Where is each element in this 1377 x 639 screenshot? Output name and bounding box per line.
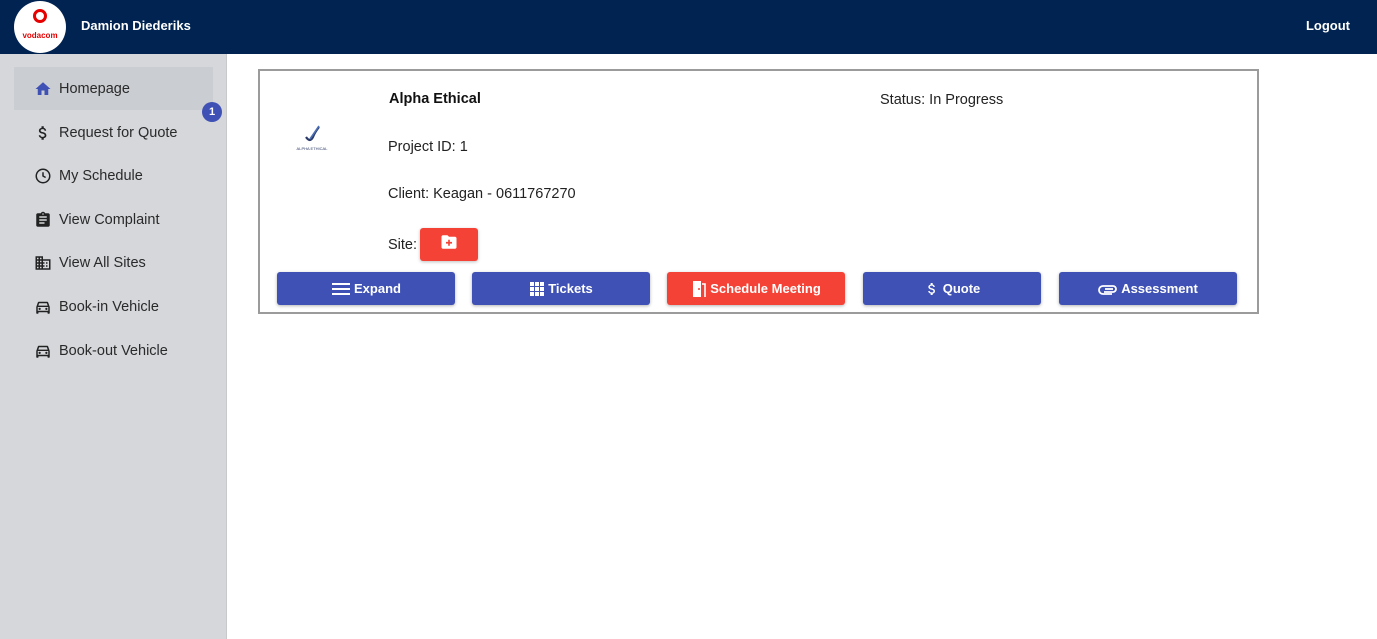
sidebar-item-label: View All Sites bbox=[59, 254, 146, 271]
project-status: Status: In Progress bbox=[880, 92, 1004, 108]
sidebar-item-my-schedule[interactable]: My Schedule bbox=[14, 154, 213, 197]
svg-text:ALPHA ETHICAL: ALPHA ETHICAL bbox=[297, 146, 329, 151]
sidebar: Homepage Request for Quote My Schedule V… bbox=[0, 54, 227, 639]
sidebar-item-book-out-vehicle[interactable]: Book-out Vehicle bbox=[14, 329, 213, 372]
user-name: Damion Diederiks bbox=[81, 18, 191, 33]
add-site-button[interactable] bbox=[420, 228, 478, 261]
clock-icon bbox=[34, 167, 52, 185]
sidebar-item-view-complaint[interactable]: View Complaint bbox=[14, 198, 213, 241]
sidebar-item-label: My Schedule bbox=[59, 167, 143, 184]
top-navbar: vodacom Damion Diederiks Logout bbox=[0, 0, 1377, 54]
logo-text: vodacom bbox=[22, 31, 58, 40]
expand-label: Expand bbox=[354, 281, 401, 296]
building-icon bbox=[34, 254, 52, 272]
vodacom-speechmark-icon bbox=[33, 9, 47, 23]
alpha-ethical-logo: ALPHA ETHICAL bbox=[292, 123, 332, 153]
tickets-button[interactable]: Tickets bbox=[472, 272, 650, 305]
sidebar-item-homepage[interactable]: Homepage bbox=[14, 67, 213, 110]
schedule-meeting-label: Schedule Meeting bbox=[710, 281, 821, 296]
sidebar-item-label: Book-in Vehicle bbox=[59, 298, 159, 315]
folder-plus-icon bbox=[440, 234, 458, 255]
site-label: Site: bbox=[388, 237, 418, 253]
dollar-icon bbox=[34, 124, 52, 142]
sidebar-item-view-all-sites[interactable]: View All Sites bbox=[14, 241, 213, 284]
sidebar-item-label: Homepage bbox=[59, 80, 130, 97]
clipboard-icon bbox=[34, 211, 52, 229]
quote-label: Quote bbox=[942, 281, 981, 296]
door-icon bbox=[691, 280, 707, 298]
menu-icon bbox=[331, 282, 351, 296]
sidebar-item-label: Book-out Vehicle bbox=[59, 342, 168, 359]
car-icon bbox=[34, 342, 52, 360]
quote-button[interactable]: Quote bbox=[863, 272, 1041, 305]
logout-button[interactable]: Logout bbox=[1306, 18, 1350, 33]
schedule-meeting-button[interactable]: Schedule Meeting bbox=[667, 272, 845, 305]
project-card: ALPHA ETHICAL Alpha Ethical Status: In P… bbox=[258, 69, 1259, 314]
notification-badge[interactable]: 1 bbox=[202, 102, 222, 122]
sidebar-item-label: Request for Quote bbox=[59, 124, 178, 141]
tickets-label: Tickets bbox=[548, 281, 593, 296]
home-icon bbox=[34, 80, 52, 98]
assessment-label: Assessment bbox=[1121, 281, 1198, 296]
car-icon bbox=[34, 298, 52, 316]
vodacom-logo[interactable]: vodacom bbox=[14, 1, 66, 53]
project-client: Client: Keagan - 0611767270 bbox=[388, 186, 576, 202]
expand-button[interactable]: Expand bbox=[277, 272, 455, 305]
sidebar-item-book-in-vehicle[interactable]: Book-in Vehicle bbox=[14, 285, 213, 328]
assessment-button[interactable]: Assessment bbox=[1059, 272, 1237, 305]
paperclip-icon bbox=[1098, 283, 1118, 295]
project-name: Alpha Ethical bbox=[389, 91, 481, 107]
project-id: Project ID: 1 bbox=[388, 139, 468, 155]
grid-icon bbox=[529, 281, 545, 297]
dollar-icon bbox=[924, 280, 940, 298]
sidebar-item-label: View Complaint bbox=[59, 211, 160, 228]
sidebar-item-request-for-quote[interactable]: Request for Quote bbox=[14, 111, 213, 154]
